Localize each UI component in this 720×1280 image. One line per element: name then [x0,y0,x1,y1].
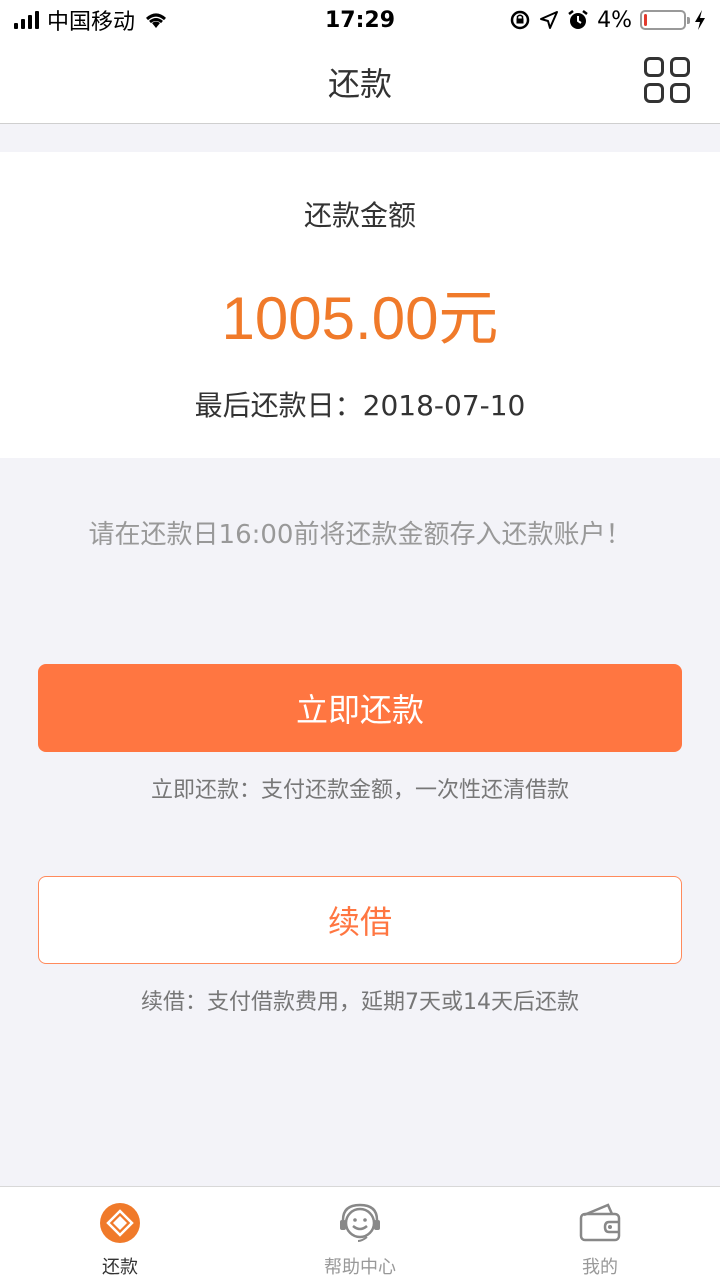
renew-description: 续借：支付借款费用，延期7天或14天后还款 [141,990,579,1015]
grid-menu-button[interactable] [644,57,690,103]
carrier-label: 中国移动 [47,10,136,35]
wifi-icon [146,13,167,28]
due-date-row: 最后还款日：2018-07-10 [0,384,720,424]
tab-label: 我的 [582,1257,618,1278]
tab-help-center[interactable]: 帮助中心 [240,1187,480,1280]
repayment-card: 还款金额 1005.00元 最后还款日：2018-07-10 [0,152,720,458]
tab-mine[interactable]: 我的 [480,1187,720,1280]
page-title: 还款 [327,64,392,103]
status-left: 中国移动 [14,4,169,36]
navigation-bar: 还款 [0,40,720,124]
status-right: 4% [509,8,706,33]
grid-cell [644,83,664,103]
grid-cell [644,57,664,77]
location-icon [540,11,559,29]
charging-icon [695,10,705,30]
repay-now-description: 立即还款：支付还款金额，一次性还清借款 [150,778,569,803]
repayment-notice: 请在还款日16:00前将还款金额存入还款账户！ [88,520,632,550]
signal-icon [14,11,39,29]
due-date-value: 2018-07-10 [362,389,526,422]
rotation-lock-icon [510,10,530,30]
repay-icon [98,1201,142,1245]
tab-bar: 还款 帮助中心 我的 [0,1186,720,1280]
battery-level [644,14,648,26]
due-date-label: 最后还款日： [194,389,363,422]
grid-cell [670,57,690,77]
tab-label: 帮助中心 [324,1257,396,1278]
help-center-icon [338,1201,382,1245]
wallet-icon [578,1201,622,1245]
grid-cell [670,83,690,103]
tab-label: 还款 [102,1257,138,1278]
repay-now-button[interactable]: 立即还款 [38,664,682,752]
status-bar: 中国移动 17:29 4% [0,0,720,40]
tab-repay[interactable]: 还款 [0,1187,240,1280]
alarm-icon [568,10,588,29]
amount-value: 1005.00元 [221,285,499,352]
battery-percent: 4% [597,7,632,33]
renew-button[interactable]: 续借 [38,876,682,964]
battery-icon [640,10,690,30]
amount-label: 还款金额 [303,199,416,232]
